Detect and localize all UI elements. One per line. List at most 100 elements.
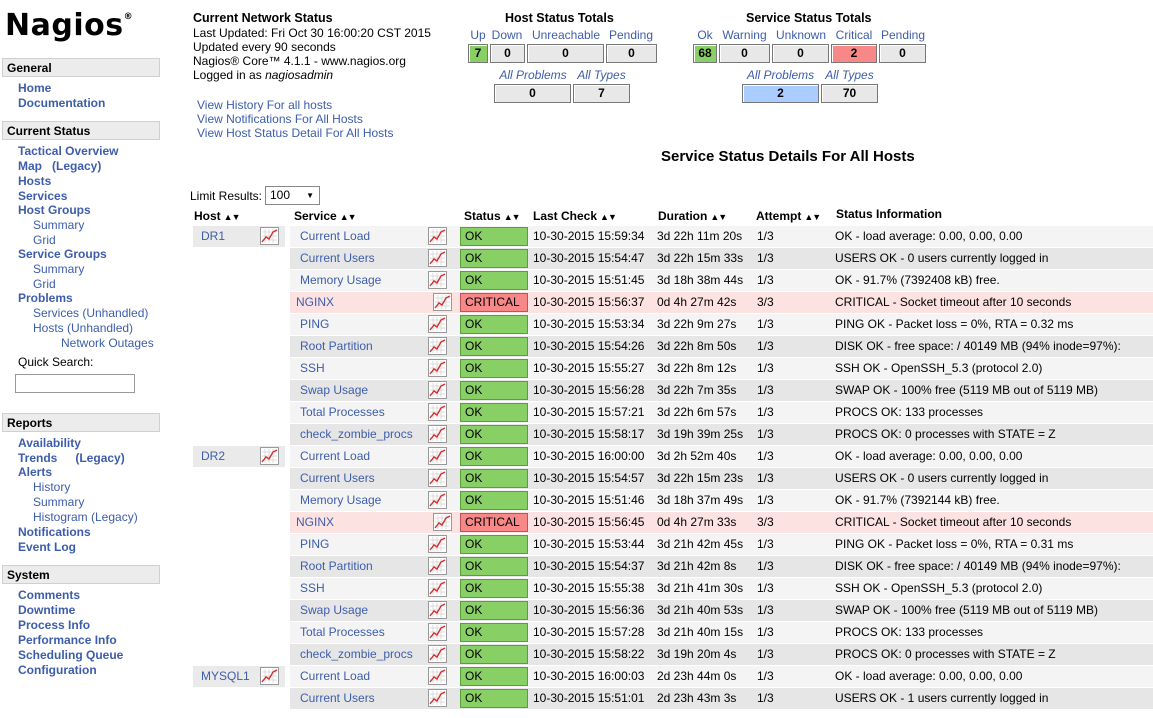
nav-hosts[interactable]: Hosts	[18, 174, 51, 189]
service-link[interactable]: Current Users	[300, 468, 375, 489]
service-link[interactable]: check_zombie_procs	[300, 644, 413, 665]
nav-problems[interactable]: Problems	[18, 291, 73, 306]
service-count-all-types[interactable]: 70	[821, 84, 878, 103]
service-graph-icon[interactable]	[428, 425, 447, 443]
service-link[interactable]: Total Processes	[300, 402, 385, 423]
service-label-pending[interactable]: Pending	[878, 28, 928, 42]
sort-arrows-icon[interactable]: ▲▼	[804, 212, 821, 222]
service-label-critical[interactable]: Critical	[831, 28, 877, 42]
service-graph-icon[interactable]	[428, 359, 447, 377]
service-graph-icon[interactable]	[428, 535, 447, 553]
service-graph-icon[interactable]	[428, 469, 447, 487]
service-graph-icon[interactable]	[428, 381, 447, 399]
col-service[interactable]: Service ▲▼	[294, 209, 357, 223]
service-link[interactable]: check_zombie_procs	[300, 424, 413, 445]
service-graph-icon[interactable]	[428, 249, 447, 267]
nav-availability[interactable]: Availability	[18, 436, 81, 451]
host-link[interactable]: MYSQL1	[201, 666, 250, 687]
nav-host-groups[interactable]: Host Groups	[18, 203, 91, 218]
service-graph-icon[interactable]	[428, 645, 447, 663]
service-graph-icon[interactable]	[428, 271, 447, 289]
limit-results-select[interactable]: 100 ▼	[265, 186, 320, 205]
nav-tactical-overview[interactable]: Tactical Overview	[18, 144, 119, 159]
host-label-all-problems[interactable]: All Problems	[494, 68, 572, 82]
nav-configuration[interactable]: Configuration	[18, 663, 97, 678]
col-last-check[interactable]: Last Check ▲▼	[533, 209, 617, 223]
service-count-ok[interactable]: 68	[693, 44, 717, 63]
host-label-all-types[interactable]: All Types	[573, 68, 630, 82]
service-graph-icon[interactable]	[428, 601, 447, 619]
service-count-unknown[interactable]: 0	[772, 44, 829, 63]
service-link[interactable]: Root Partition	[300, 556, 373, 577]
service-link[interactable]: SSH	[300, 358, 325, 379]
col-duration[interactable]: Duration ▲▼	[658, 209, 727, 223]
nav-alerts-summary[interactable]: Summary	[33, 495, 84, 510]
service-graph-icon[interactable]	[428, 403, 447, 421]
quick-search-input[interactable]	[15, 374, 135, 393]
nav-map-legacy[interactable]: (Legacy)	[52, 159, 101, 173]
sort-arrows-icon[interactable]: ▲▼	[504, 212, 521, 222]
service-graph-icon[interactable]	[428, 689, 447, 707]
nav-performance-info[interactable]: Performance Info	[18, 633, 117, 648]
service-graph-icon[interactable]	[428, 557, 447, 575]
service-label-all-types[interactable]: All Types	[821, 68, 878, 82]
sort-arrows-icon[interactable]: ▲▼	[710, 212, 727, 222]
col-attempt[interactable]: Attempt ▲▼	[756, 209, 821, 223]
link-view-notifications[interactable]: View Notifications For All Hosts	[197, 112, 363, 126]
service-graph-icon[interactable]	[428, 337, 447, 355]
nav-network-outages[interactable]: Network Outages	[61, 336, 154, 351]
service-label-all-problems[interactable]: All Problems	[742, 68, 819, 82]
service-link[interactable]: Swap Usage	[300, 380, 368, 401]
service-count-warning[interactable]: 0	[719, 44, 770, 63]
host-link[interactable]: DR1	[201, 226, 225, 247]
service-link[interactable]: PING	[300, 314, 329, 335]
sort-arrows-icon[interactable]: ▲▼	[600, 212, 617, 222]
nav-downtime[interactable]: Downtime	[18, 603, 75, 618]
nav-hostgroup-summary[interactable]: Summary	[33, 218, 84, 233]
nav-comments[interactable]: Comments	[18, 588, 80, 603]
service-link[interactable]: Swap Usage	[300, 600, 368, 621]
col-status[interactable]: Status ▲▼	[464, 209, 521, 223]
service-graph-icon[interactable]	[433, 513, 452, 531]
nav-trends[interactable]: Trends (Legacy)	[18, 451, 125, 466]
nav-alerts[interactable]: Alerts	[18, 465, 52, 480]
link-view-history[interactable]: View History For all hosts	[197, 98, 332, 112]
service-link[interactable]: Current Load	[300, 446, 370, 467]
service-graph-icon[interactable]	[428, 667, 447, 685]
service-graph-icon[interactable]	[428, 491, 447, 509]
service-link[interactable]: NGINX	[296, 292, 334, 313]
nav-process-info[interactable]: Process Info	[18, 618, 90, 633]
nav-problems-hosts[interactable]: Hosts (Unhandled)	[33, 321, 133, 336]
service-link[interactable]: Current Load	[300, 666, 370, 687]
host-graph-icon[interactable]	[260, 227, 279, 245]
link-view-host-status[interactable]: View Host Status Detail For All Hosts	[197, 126, 394, 140]
col-host[interactable]: Host ▲▼	[194, 209, 240, 223]
sort-arrows-icon[interactable]: ▲▼	[340, 212, 357, 222]
nav-hostgroup-grid[interactable]: Grid	[33, 233, 56, 248]
host-label-pending[interactable]: Pending	[606, 28, 656, 42]
host-label-down[interactable]: Down	[489, 28, 525, 42]
service-link[interactable]: Memory Usage	[300, 270, 381, 291]
host-count-all-types[interactable]: 7	[573, 84, 630, 103]
host-graph-icon[interactable]	[260, 667, 279, 685]
nav-scheduling-queue[interactable]: Scheduling Queue	[18, 648, 123, 663]
service-count-all-problems[interactable]: 2	[742, 84, 819, 103]
service-link[interactable]: Memory Usage	[300, 490, 381, 511]
nav-event-log[interactable]: Event Log	[18, 540, 76, 555]
host-graph-icon[interactable]	[260, 447, 279, 465]
service-label-warning[interactable]: Warning	[719, 28, 770, 42]
host-count-down[interactable]: 0	[490, 44, 525, 63]
service-graph-icon[interactable]	[433, 293, 452, 311]
service-graph-icon[interactable]	[428, 623, 447, 641]
service-graph-icon[interactable]	[428, 227, 447, 245]
service-label-unknown[interactable]: Unknown	[772, 28, 830, 42]
host-count-pending[interactable]: 0	[606, 44, 657, 63]
service-link[interactable]: Current Load	[300, 226, 370, 247]
nav-servicegroup-summary[interactable]: Summary	[33, 262, 84, 277]
service-link[interactable]: Total Processes	[300, 622, 385, 643]
host-count-up[interactable]: 7	[468, 44, 488, 63]
nav-problems-services[interactable]: Services (Unhandled)	[33, 306, 148, 321]
service-graph-icon[interactable]	[428, 579, 447, 597]
nav-home[interactable]: Home	[18, 81, 51, 96]
nav-service-groups[interactable]: Service Groups	[18, 247, 107, 262]
